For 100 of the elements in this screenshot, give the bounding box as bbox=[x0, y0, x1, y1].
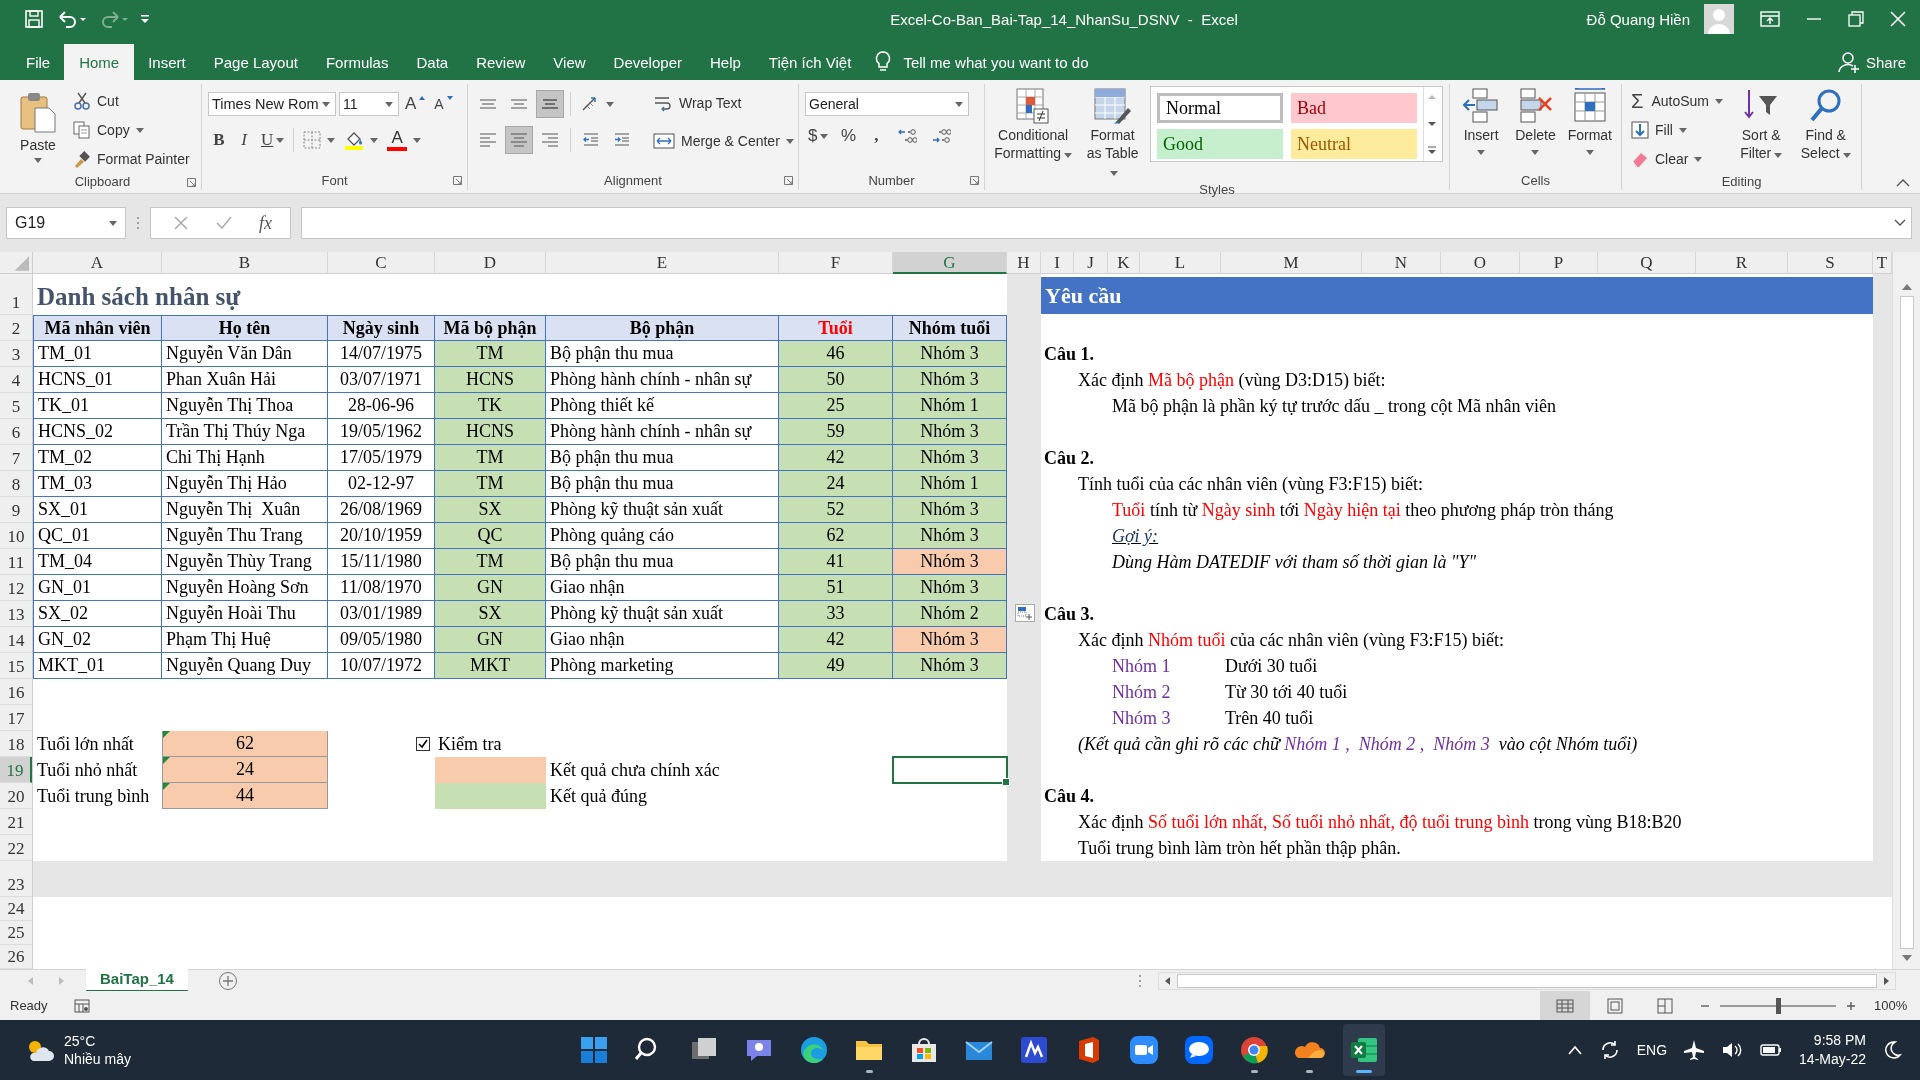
percent-button[interactable]: % bbox=[837, 123, 860, 149]
moon-icon[interactable] bbox=[1882, 1040, 1902, 1060]
row-header[interactable]: 6 bbox=[0, 419, 32, 445]
cut-button[interactable]: Cut bbox=[70, 88, 193, 114]
paste-button[interactable]: Paste bbox=[10, 84, 66, 165]
view-normal-button[interactable] bbox=[1540, 991, 1590, 1020]
maximize-icon[interactable] bbox=[1848, 11, 1864, 27]
fill-button[interactable]: Fill bbox=[1628, 117, 1726, 143]
ribbon-tab[interactable]: Insert bbox=[134, 44, 200, 80]
macro-record-icon[interactable] bbox=[73, 998, 90, 1013]
language-indicator[interactable]: ENG bbox=[1636, 1042, 1668, 1058]
column-header[interactable]: B bbox=[162, 252, 328, 274]
ribbon-tab[interactable]: Page Layout bbox=[199, 44, 312, 80]
row-header[interactable]: 20 bbox=[0, 783, 32, 809]
column-header[interactable]: D bbox=[435, 252, 546, 274]
sheet-tab[interactable]: BaiTap_14 bbox=[86, 967, 188, 992]
row-header[interactable]: 1 bbox=[0, 274, 32, 315]
row-header[interactable]: 5 bbox=[0, 393, 32, 419]
row-header[interactable]: 2 bbox=[0, 315, 32, 341]
row-header[interactable]: 22 bbox=[0, 835, 32, 861]
cell-style-option[interactable]: Good bbox=[1157, 129, 1283, 159]
cell-style-option[interactable]: Neutral bbox=[1291, 129, 1417, 159]
scroll-down-arrow-icon[interactable] bbox=[1899, 953, 1914, 963]
column-header[interactable]: C bbox=[328, 252, 435, 274]
ribbon-tab[interactable]: File bbox=[12, 44, 65, 80]
close-icon[interactable] bbox=[1890, 11, 1906, 27]
wrap-text-button[interactable]: Wrap Text bbox=[650, 90, 797, 116]
insert-function-button[interactable]: fx bbox=[259, 212, 272, 234]
ribbon-display-icon[interactable] bbox=[1760, 11, 1780, 27]
scroll-right-icon[interactable] bbox=[1881, 975, 1891, 986]
font-size-field[interactable]: 11 bbox=[339, 92, 399, 116]
row-header[interactable]: 15 bbox=[0, 653, 32, 679]
row-header[interactable]: 19 bbox=[0, 757, 32, 783]
add-sheet-icon[interactable] bbox=[217, 970, 238, 991]
ribbon-tab[interactable]: Review bbox=[462, 44, 540, 80]
format-as-table-button[interactable]: Format as Table bbox=[1079, 84, 1146, 182]
copy-button[interactable]: Copy bbox=[70, 117, 193, 143]
browser-circle-icon[interactable] bbox=[1238, 1034, 1270, 1066]
dialog-launcher-icon[interactable] bbox=[453, 176, 462, 185]
row-header[interactable]: 16 bbox=[0, 679, 32, 705]
customize-icon[interactable] bbox=[140, 13, 150, 25]
ribbon-tab[interactable]: Formulas bbox=[311, 44, 403, 80]
decrease-font-button[interactable]: A bbox=[431, 91, 456, 117]
scroll-left-icon[interactable] bbox=[1163, 975, 1173, 986]
ribbon-tab[interactable]: Help bbox=[695, 44, 755, 80]
scrollbar-thumb[interactable] bbox=[1899, 296, 1914, 949]
comma-button[interactable]: , bbox=[865, 123, 888, 149]
horizontal-scrollbar[interactable] bbox=[1158, 971, 1896, 990]
column-header[interactable]: A bbox=[33, 252, 162, 274]
dialog-launcher-icon[interactable] bbox=[784, 176, 793, 185]
chevron-up-icon[interactable] bbox=[1566, 1044, 1583, 1056]
ribbon-tab[interactable]: View bbox=[539, 44, 600, 80]
name-box[interactable]: G19 bbox=[6, 207, 126, 239]
zoom-in-icon[interactable] bbox=[1846, 1000, 1856, 1011]
underline-button[interactable]: U bbox=[258, 127, 288, 153]
autosum-button[interactable]: Σ AutoSum bbox=[1628, 88, 1726, 114]
row-header[interactable]: 8 bbox=[0, 471, 32, 497]
bold-button[interactable]: B bbox=[208, 127, 230, 153]
row-header[interactable]: 13 bbox=[0, 601, 32, 627]
row-header[interactable]: 11 bbox=[0, 549, 32, 575]
merge-center-button[interactable]: Merge & Center bbox=[650, 128, 797, 154]
share-button[interactable]: Share bbox=[1829, 44, 1920, 80]
dialog-launcher-icon[interactable] bbox=[187, 178, 196, 187]
row-header[interactable]: 10 bbox=[0, 523, 32, 549]
video-camera-icon[interactable] bbox=[1128, 1034, 1160, 1066]
ribbon-tab[interactable]: Home bbox=[64, 44, 135, 80]
browser-icon[interactable] bbox=[798, 1034, 830, 1066]
chat-app-icon[interactable] bbox=[1183, 1034, 1215, 1066]
insert-cells-button[interactable]: Insert bbox=[1456, 84, 1507, 157]
increase-font-button[interactable]: A bbox=[402, 91, 429, 117]
font-color-button[interactable]: A bbox=[384, 127, 425, 153]
search-field[interactable]: Tell me what you want to do bbox=[901, 52, 1166, 72]
ribbon-tab[interactable]: Tiện ích Việt bbox=[754, 44, 866, 80]
column-header[interactable]: E bbox=[546, 252, 779, 274]
italic-button[interactable]: I bbox=[233, 127, 255, 153]
row-header[interactable]: 4 bbox=[0, 367, 32, 393]
cell-style-option[interactable]: Normal bbox=[1157, 93, 1283, 123]
number-format-field[interactable]: General bbox=[805, 92, 969, 116]
undo-icon[interactable] bbox=[56, 9, 86, 29]
clock-date[interactable]: 14-May-22 bbox=[1799, 1050, 1866, 1069]
row-header[interactable]: 3 bbox=[0, 341, 32, 367]
quick-analysis-icon[interactable] bbox=[1015, 604, 1035, 622]
zoom-level[interactable]: 100% bbox=[1874, 998, 1910, 1013]
row-header[interactable]: 23 bbox=[0, 861, 32, 897]
start-icon[interactable] bbox=[578, 1034, 610, 1066]
formula-field[interactable] bbox=[301, 207, 1912, 239]
format-painter-button[interactable]: Format Painter bbox=[70, 146, 193, 172]
fill-handle[interactable] bbox=[1002, 778, 1010, 786]
conditional-formatting-button[interactable]: Conditional Formatting bbox=[991, 84, 1076, 164]
row-header[interactable]: 14 bbox=[0, 627, 32, 653]
collapse-ribbon-icon[interactable] bbox=[1896, 177, 1910, 187]
row-header[interactable]: 12 bbox=[0, 575, 32, 601]
align-bottom-button[interactable] bbox=[536, 90, 564, 118]
zoom-thumb[interactable] bbox=[1776, 997, 1781, 1014]
ribbon-tab[interactable]: Data bbox=[402, 44, 463, 80]
row-header[interactable]: 7 bbox=[0, 445, 32, 471]
save-icon[interactable] bbox=[24, 9, 44, 29]
currency-button[interactable]: $ bbox=[805, 123, 832, 149]
font-name-field[interactable]: Times New Rom bbox=[208, 92, 336, 116]
selected-cell[interactable] bbox=[892, 756, 1008, 784]
